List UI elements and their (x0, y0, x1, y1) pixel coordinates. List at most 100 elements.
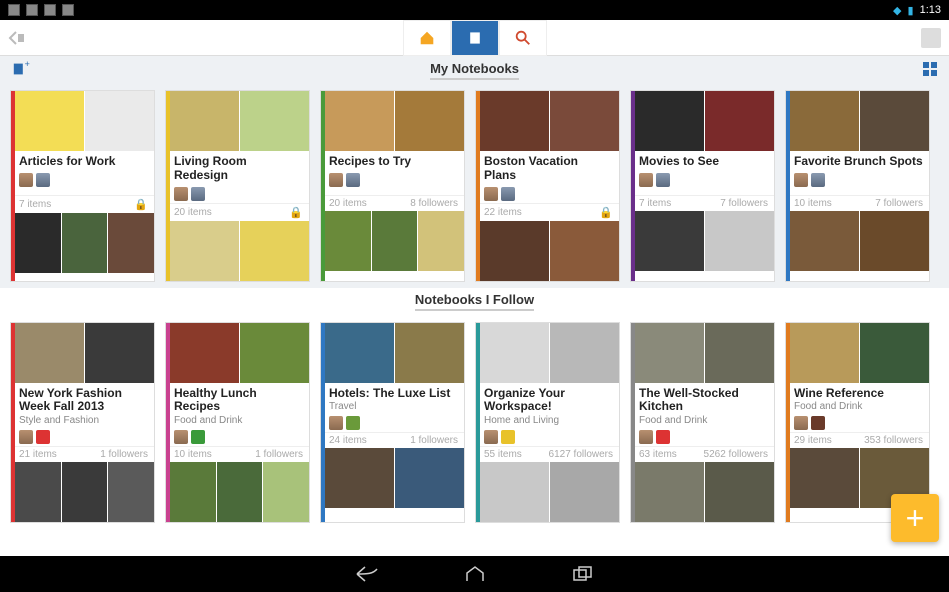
cover-collage-top (476, 323, 619, 383)
notebook-spine (631, 91, 635, 281)
notebook-title: The Well-Stocked Kitchen (639, 387, 768, 415)
notebook-card[interactable]: Healthy Lunch RecipesFood and Drink10 it… (165, 322, 310, 524)
notebook-title: Boston Vacation Plans (484, 155, 613, 183)
avatar (174, 187, 188, 201)
follower-count: 353 followers (864, 435, 923, 446)
cover-collage-bottom (166, 462, 309, 522)
cover-collage-bottom (321, 211, 464, 271)
cover-image (395, 448, 464, 508)
cover-image (170, 221, 239, 281)
avatar-row (174, 430, 303, 444)
notebook-card[interactable]: Boston Vacation Plans22 items🔒 (475, 90, 620, 282)
notebook-spine (11, 323, 15, 523)
cover-collage-top (11, 91, 154, 151)
notebook-card[interactable]: The Well-Stocked KitchenFood and Drink 63… (630, 322, 775, 524)
card-body: Living Room Redesign (166, 151, 309, 203)
cover-image (62, 213, 108, 273)
cover-collage-top (166, 323, 309, 383)
cover-image (550, 221, 619, 281)
notebook-card[interactable]: Movies to See7 items7 followers (630, 90, 775, 282)
cover-image (15, 91, 84, 151)
grid-view-icon[interactable] (923, 62, 937, 76)
cover-collage-top (631, 323, 774, 383)
cover-collage-top (476, 91, 619, 151)
statusbar-right: ◆ ▮ 1:13 (893, 4, 941, 17)
cover-image (217, 462, 263, 522)
cover-collage-bottom (476, 462, 619, 522)
cover-image (240, 221, 309, 281)
avatar (329, 173, 343, 187)
tab-search[interactable] (499, 20, 547, 56)
item-count: 24 items (329, 435, 367, 446)
cover-image (480, 221, 549, 281)
tab-home[interactable] (403, 20, 451, 56)
notebook-meta: 7 items7 followers (631, 195, 774, 211)
avatar-row (794, 416, 923, 430)
notebook-meta: 10 items1 followers (166, 446, 309, 462)
my-notebooks-row[interactable]: Articles for Work7 items🔒Living Room Red… (0, 84, 949, 288)
followed-notebooks-row[interactable]: New York Fashion Week Fall 2013Style and… (0, 316, 949, 530)
nav-recent[interactable] (569, 564, 597, 584)
cover-collage-top (166, 91, 309, 151)
lock-icon: 🔒 (134, 198, 148, 211)
follower-count: 5262 followers (704, 449, 768, 460)
notebook-card[interactable]: Organize Your Workspace!Home and Living5… (475, 322, 620, 524)
cover-image (325, 448, 394, 508)
notif-icon (62, 4, 74, 16)
notif-icon (26, 4, 38, 16)
section-followed-header: Notebooks I Follow (0, 288, 949, 316)
cover-image (108, 213, 154, 273)
cover-image (395, 91, 464, 151)
cover-image (705, 462, 774, 522)
notebook-card[interactable]: Recipes to Try20 items8 followers (320, 90, 465, 282)
item-count: 63 items (639, 449, 677, 460)
card-body: The Well-Stocked KitchenFood and Drink (631, 383, 774, 447)
notebook-title: Articles for Work (19, 155, 148, 169)
cover-image (635, 462, 704, 522)
notebook-card[interactable]: Wine ReferenceFood and Drink29 items353 … (785, 322, 930, 524)
nav-home[interactable] (461, 564, 489, 584)
avatar (811, 173, 825, 187)
svg-text:+: + (25, 60, 30, 69)
avatar-row (329, 416, 458, 430)
cover-image (790, 211, 859, 271)
avatar (19, 173, 33, 187)
notebook-card[interactable]: Living Room Redesign20 items🔒 (165, 90, 310, 282)
cover-image (395, 323, 464, 383)
cover-image (480, 91, 549, 151)
cover-image (480, 323, 549, 383)
cover-image (325, 211, 371, 271)
avatar (191, 187, 205, 201)
notif-icon (8, 4, 20, 16)
tab-bar (403, 20, 547, 56)
notebook-meta: 29 items353 followers (786, 432, 929, 448)
menu-button[interactable] (921, 28, 941, 48)
cover-image (635, 323, 704, 383)
notebook-card[interactable]: Hotels: The Luxe ListTravel24 items1 fol… (320, 322, 465, 524)
notebook-card[interactable]: New York Fashion Week Fall 2013Style and… (10, 322, 155, 524)
avatar (656, 430, 670, 444)
nav-back[interactable] (353, 564, 381, 584)
tab-notebooks[interactable] (451, 20, 499, 56)
card-body: New York Fashion Week Fall 2013Style and… (11, 383, 154, 447)
item-count: 55 items (484, 449, 522, 460)
notebook-title: Hotels: The Luxe List (329, 387, 458, 401)
notebook-card[interactable]: Favorite Brunch Spots10 items7 followers (785, 90, 930, 282)
avatar (484, 430, 498, 444)
lock-icon: 🔒 (289, 206, 303, 219)
section-title: My Notebooks (430, 61, 519, 80)
cover-image (790, 323, 859, 383)
avatar-row (794, 173, 923, 187)
card-body: Healthy Lunch RecipesFood and Drink (166, 383, 309, 447)
notebook-card[interactable]: Articles for Work7 items🔒 (10, 90, 155, 282)
cover-image (170, 323, 239, 383)
avatar (811, 416, 825, 430)
item-count: 21 items (19, 449, 57, 460)
add-fab[interactable]: + (891, 494, 939, 542)
cover-collage-top (786, 323, 929, 383)
back-button[interactable] (0, 28, 36, 48)
section-title: Notebooks I Follow (415, 292, 534, 311)
notebook-spine (786, 91, 790, 281)
add-notebook-icon[interactable]: + (12, 60, 30, 83)
notebook-meta: 10 items7 followers (786, 195, 929, 211)
